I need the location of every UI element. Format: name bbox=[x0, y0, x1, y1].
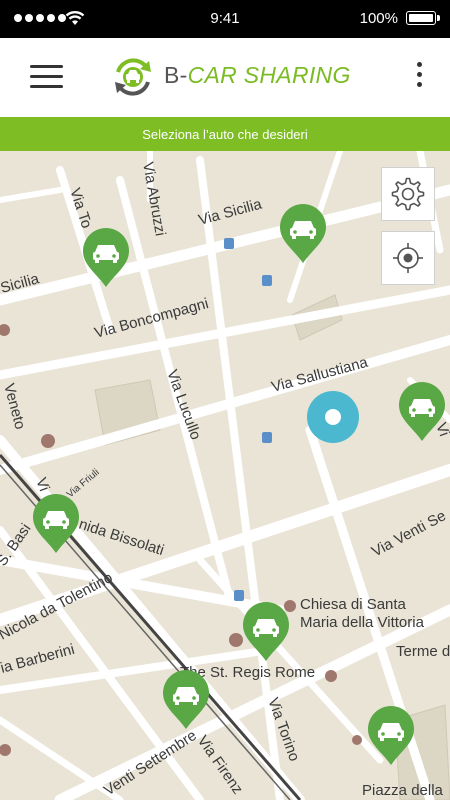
brand-name: CAR SHARING bbox=[187, 62, 351, 88]
car-refresh-logo-icon bbox=[115, 58, 151, 96]
car-marker-icon bbox=[280, 204, 326, 263]
crosshair-icon bbox=[393, 243, 423, 273]
instruction-banner: Seleziona l’auto che desideri bbox=[0, 117, 450, 151]
hamburger-menu-icon[interactable] bbox=[30, 65, 63, 89]
battery-icon bbox=[406, 11, 440, 25]
car-pin[interactable] bbox=[161, 669, 211, 731]
car-pin[interactable] bbox=[241, 601, 291, 663]
battery-percentage: 100% bbox=[359, 10, 398, 27]
car-marker-icon bbox=[33, 494, 79, 553]
app-screen: 9:41 100% B-CAR SHARING Seleziona l’auto… bbox=[0, 0, 450, 800]
poi-label-chiesa-line1: Chiesa di Santa bbox=[300, 596, 407, 613]
car-pin[interactable] bbox=[397, 381, 447, 443]
user-location-marker[interactable] bbox=[307, 391, 359, 443]
poi-label-piazza: Piazza della bbox=[362, 782, 444, 799]
more-vertical-icon[interactable] bbox=[412, 62, 426, 92]
map-settings-button[interactable] bbox=[381, 167, 435, 221]
car-marker-icon bbox=[243, 602, 289, 661]
car-marker-icon bbox=[399, 382, 445, 441]
car-marker-icon bbox=[83, 228, 129, 287]
car-marker-icon bbox=[163, 670, 209, 729]
brand-prefix: B- bbox=[164, 62, 188, 88]
car-pin[interactable] bbox=[278, 203, 328, 265]
poi-label-chiesa-line2: Maria della Vittoria bbox=[300, 614, 425, 631]
car-pin[interactable] bbox=[31, 493, 81, 555]
locate-me-button[interactable] bbox=[381, 231, 435, 285]
app-header: B-CAR SHARING bbox=[0, 38, 450, 117]
status-bar: 9:41 100% bbox=[0, 0, 450, 38]
poi-label-terme: Terme d bbox=[396, 643, 450, 660]
gear-icon bbox=[391, 177, 425, 211]
car-pin[interactable] bbox=[81, 227, 131, 289]
app-brand-title: B-CAR SHARING bbox=[164, 62, 351, 89]
car-marker-icon bbox=[368, 706, 414, 765]
car-pin[interactable] bbox=[366, 705, 416, 767]
user-location-center bbox=[325, 409, 341, 425]
